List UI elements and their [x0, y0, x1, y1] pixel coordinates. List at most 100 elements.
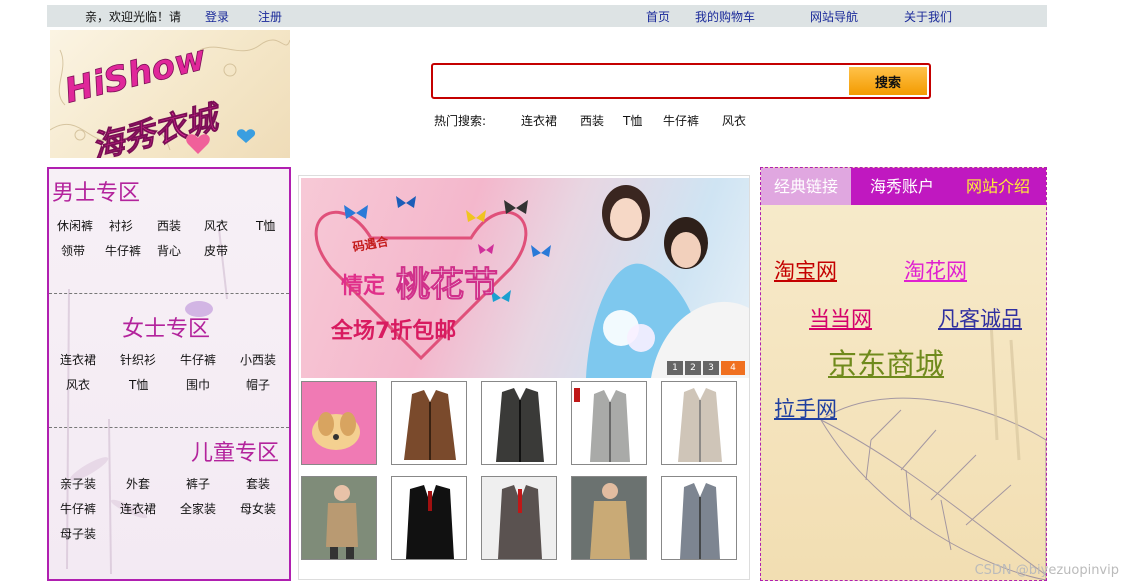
women-category-link[interactable]: 针织衫	[120, 351, 156, 368]
couple-photo	[586, 185, 749, 378]
women-category-link[interactable]: 风衣	[66, 376, 90, 393]
register-link[interactable]: 注册	[258, 8, 282, 25]
men-category-link[interactable]: 牛仔裤	[105, 242, 141, 259]
men-category-link[interactable]: 皮带	[204, 242, 228, 259]
product-thumbnail-suit[interactable]	[481, 476, 557, 560]
banner-brand: 码遇合	[351, 233, 390, 254]
link-jd[interactable]: 京东商城	[828, 341, 944, 383]
link-taobao[interactable]: 淘宝网	[774, 255, 837, 285]
section-divider	[49, 293, 289, 294]
banner-page-3[interactable]: 3	[703, 361, 719, 375]
about-link[interactable]: 关于我们	[904, 8, 952, 25]
men-category-link[interactable]: 背心	[157, 242, 181, 259]
links-panel: 经典链接 海秀账户 网站介绍 淘宝网 淘花网 当当网 凡客诚品 京东商城 拉手网	[760, 167, 1047, 581]
women-category-link[interactable]: 连衣裙	[60, 351, 96, 368]
cart-link[interactable]: 我的购物车	[695, 8, 755, 25]
hot-search-label: 热门搜索:	[434, 114, 487, 128]
search-box: 搜索	[431, 63, 931, 99]
kids-category-link[interactable]: 套装	[246, 475, 270, 492]
banner-headline-a: 情定	[341, 273, 385, 299]
men-category-link[interactable]: 风衣	[204, 217, 228, 234]
women-section-title[interactable]: 女士专区	[122, 311, 210, 343]
men-category-link[interactable]: T恤	[256, 217, 275, 234]
search-input[interactable]	[437, 68, 847, 94]
hot-search-item[interactable]: 风衣	[722, 112, 746, 129]
link-taohua[interactable]: 淘花网	[904, 255, 967, 285]
women-category-link[interactable]: 帽子	[246, 376, 270, 393]
banner-artwork: 码遇合 情定 桃花节 全场7折包邮	[314, 185, 749, 378]
login-link[interactable]: 登录	[205, 8, 229, 25]
kids-category-link[interactable]: 裤子	[186, 475, 210, 492]
kids-category-link[interactable]: 母子装	[60, 525, 96, 542]
men-section-title[interactable]: 男士专区	[52, 175, 140, 207]
hot-search-item[interactable]: 连衣裙	[521, 112, 557, 129]
model-image	[302, 477, 376, 559]
site-nav-link[interactable]: 网站导航	[810, 8, 858, 25]
men-category-link[interactable]: 衬衫	[109, 217, 133, 234]
hot-search-item[interactable]: T恤	[623, 112, 642, 129]
brown-coat-image	[392, 382, 466, 464]
heart-icon	[236, 129, 256, 143]
top-bar: 亲，欢迎光临！请 登录 注册 首页 我的购物车 网站导航 关于我们	[47, 5, 1047, 27]
main-content: 码遇合 情定 桃花节 全场7折包邮 1 2 3 4	[298, 175, 750, 580]
kids-category-link[interactable]: 外套	[126, 475, 150, 492]
home-link[interactable]: 首页	[646, 8, 670, 25]
product-thumbnail-model[interactable]	[301, 476, 377, 560]
hot-search-item[interactable]: 牛仔裤	[663, 112, 699, 129]
link-vancl[interactable]: 凡客诚品	[938, 303, 1022, 333]
greeting-text: 亲，欢迎光临！请	[85, 10, 182, 24]
banner-page-4[interactable]: 4	[721, 361, 745, 375]
tab-classic-links[interactable]: 经典链接	[761, 168, 851, 205]
category-sidebar: 男士专区 休闲裤 衬衫 西装 风衣 T恤 领带 牛仔裤 背心 皮带 女士专区 连…	[47, 167, 291, 581]
tab-account[interactable]: 海秀账户	[856, 168, 948, 205]
kids-category-link[interactable]: 连衣裙	[120, 500, 156, 517]
page: 亲，欢迎光临！请 登录 注册 首页 我的购物车 网站导航 关于我们 HiShow…	[0, 0, 1133, 588]
logo-artwork: HiShow 海秀衣城	[50, 37, 290, 158]
long-coat-image	[662, 477, 736, 559]
women-category-link[interactable]: T恤	[129, 376, 148, 393]
product-thumbnail-coat[interactable]	[661, 476, 737, 560]
men-category-link[interactable]: 休闲裤	[57, 217, 93, 234]
black-suit-image	[392, 477, 466, 559]
product-thumbnail-coat[interactable]	[481, 381, 557, 465]
link-dangdang[interactable]: 当当网	[809, 303, 872, 333]
promo-banner[interactable]: 码遇合 情定 桃花节 全场7折包邮 1 2 3 4	[301, 178, 749, 378]
kids-section-title[interactable]: 儿童专区	[191, 435, 279, 467]
women-category-link[interactable]: 小西装	[240, 351, 276, 368]
women-category-link[interactable]: 牛仔裤	[180, 351, 216, 368]
hot-search-item[interactable]: 西装	[580, 112, 604, 129]
csdn-watermark: CSDN @biyezuopinvip	[974, 563, 1119, 578]
product-thumbnail-coat[interactable]	[661, 381, 737, 465]
grey-suit-image	[482, 477, 556, 559]
banner-headline-b: 桃花节	[396, 265, 498, 305]
banner-pager: 1 2 3 4	[667, 361, 745, 375]
banner-page-2[interactable]: 2	[685, 361, 701, 375]
dark-coat-image	[482, 382, 556, 464]
men-category-link[interactable]: 西装	[157, 217, 181, 234]
grey-coat-image	[572, 382, 646, 464]
search-button[interactable]: 搜索	[849, 67, 927, 95]
product-thumbnail-coat[interactable]	[571, 381, 647, 465]
kids-category-link[interactable]: 牛仔裤	[60, 500, 96, 517]
banner-promo: 全场7折包邮	[330, 318, 456, 344]
tab-site-intro[interactable]: 网站介绍	[953, 168, 1043, 205]
product-thumbnail-trench[interactable]	[571, 476, 647, 560]
men-category-link[interactable]: 领带	[61, 242, 85, 259]
product-thumbnail-suit[interactable]	[391, 476, 467, 560]
logo-text-cn: 海秀衣城	[88, 97, 226, 158]
kids-category-link[interactable]: 全家装	[180, 500, 216, 517]
women-category-link[interactable]: 围巾	[186, 376, 210, 393]
kids-category-link[interactable]: 亲子装	[60, 475, 96, 492]
logo-text-en: HiShow	[61, 38, 211, 112]
link-lashou[interactable]: 拉手网	[774, 393, 837, 423]
site-logo[interactable]: HiShow 海秀衣城	[50, 30, 290, 158]
panel-tab-bar: 经典链接 海秀账户 网站介绍	[761, 168, 1046, 205]
trench-coat-image	[572, 477, 646, 559]
banner-page-1[interactable]: 1	[667, 361, 683, 375]
puppy-image	[302, 382, 376, 464]
beige-coat-image	[662, 382, 736, 464]
product-thumbnail-puppy[interactable]	[301, 381, 377, 465]
section-divider	[49, 427, 289, 428]
kids-category-link[interactable]: 母女装	[240, 500, 276, 517]
product-thumbnail-coat[interactable]	[391, 381, 467, 465]
